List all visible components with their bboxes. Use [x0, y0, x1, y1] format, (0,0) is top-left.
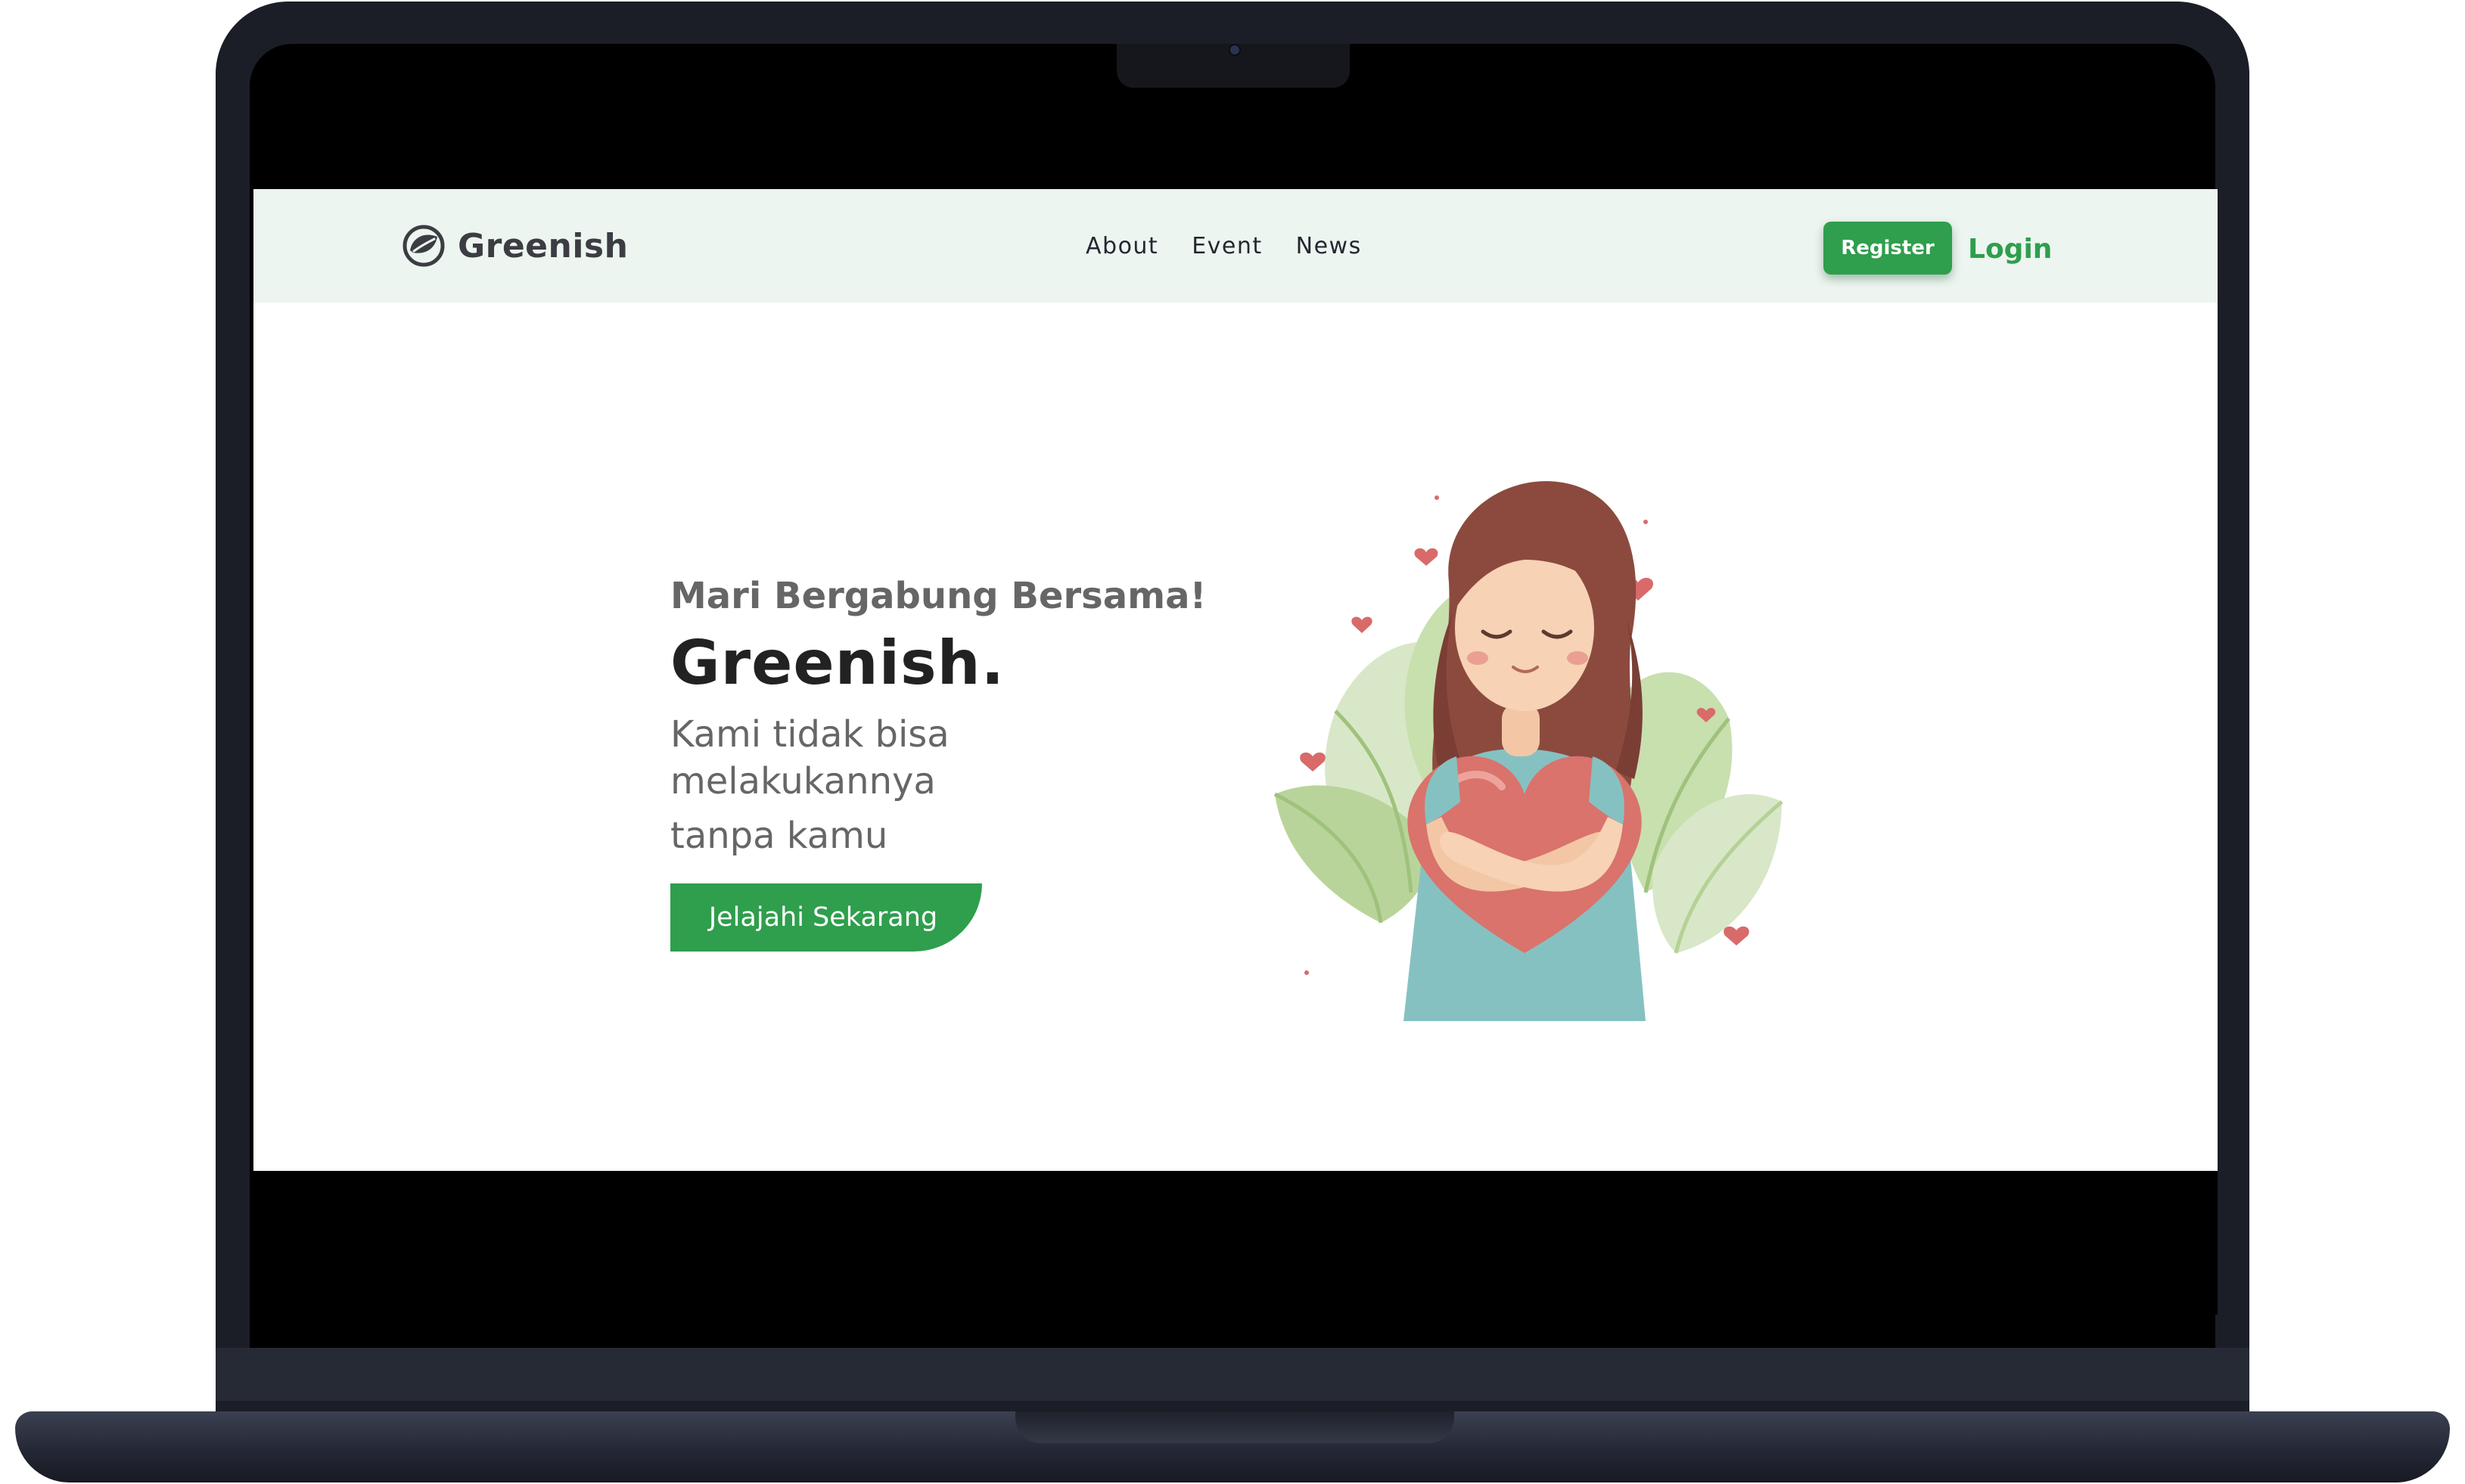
brand-name: Greenish: [458, 226, 629, 265]
hero-tagline-line: tanpa kamu: [670, 815, 888, 857]
nav-link-about[interactable]: About: [1086, 233, 1158, 259]
nav-link-news[interactable]: News: [1296, 233, 1362, 259]
navbar: Greenish About Event News Register Login: [253, 189, 2218, 303]
brand-logo[interactable]: Greenish: [402, 222, 628, 269]
register-button[interactable]: Register: [1823, 222, 1952, 275]
nav-link-event[interactable]: Event: [1192, 233, 1262, 259]
hero-tagline-line: melakukannya: [670, 760, 936, 803]
login-link[interactable]: Login: [1968, 228, 2052, 269]
explore-now-button[interactable]: Jelajahi Sekarang: [670, 883, 982, 952]
nav-menu: About Event News: [1086, 225, 1362, 266]
hero-subtitle: Mari Bergabung Bersama!: [670, 575, 1207, 617]
leaf-logo-icon: [403, 225, 445, 267]
camera-icon: [1229, 44, 1241, 56]
girl-hugging-heart-illustration: [1273, 481, 1783, 1021]
hero-title: Greenish.: [670, 628, 1005, 698]
laptop-hinge: [1015, 1411, 1454, 1443]
hero-tagline: Kami tidak bisa melakukannya tanpa kamu: [670, 711, 950, 859]
website-screen: Greenish About Event News Register Login…: [253, 189, 2218, 1171]
hero-tagline-line: Kami tidak bisa: [670, 713, 950, 756]
screen-bottom-black: [252, 1171, 2218, 1315]
laptop-lid-bottom: [216, 1348, 2249, 1401]
